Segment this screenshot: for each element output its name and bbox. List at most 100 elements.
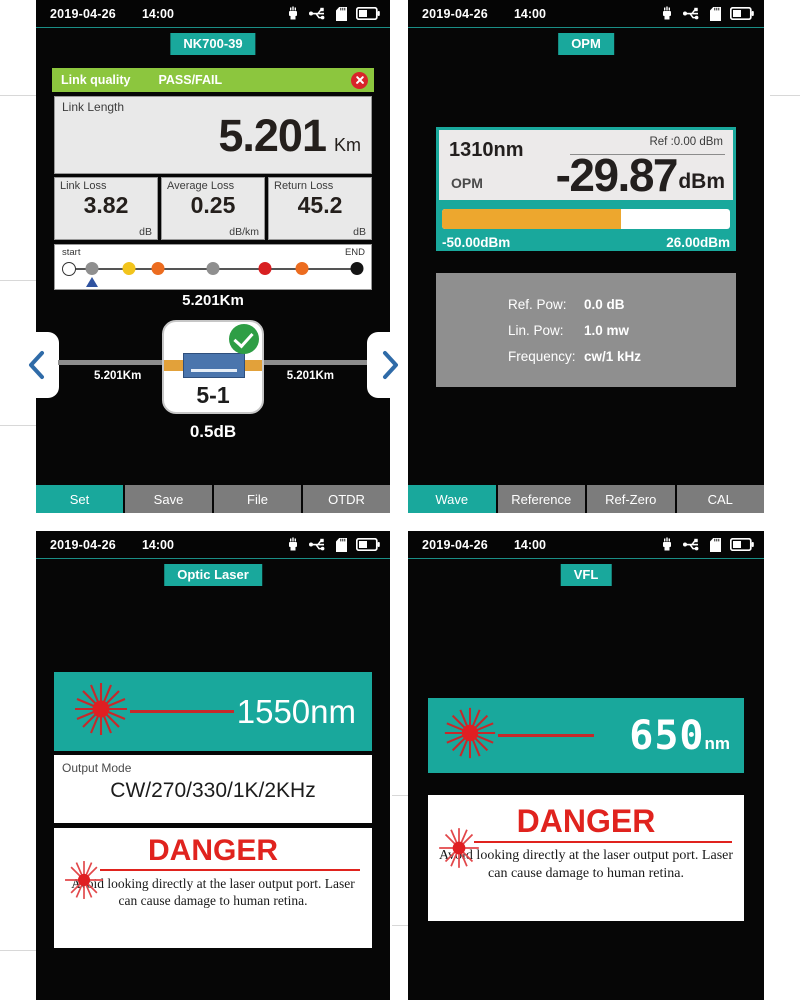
screen-title: Optic Laser <box>164 564 262 586</box>
laser-burst-icon <box>442 705 498 766</box>
metric-card: Return Loss 45.2 dB <box>268 177 372 240</box>
tab-file[interactable]: File <box>214 485 303 513</box>
usb-icon <box>309 7 327 20</box>
link-quality-result: PASS/FAIL <box>158 73 223 87</box>
otdr-screen: 2019-04-26 14:00 NK700-39 Link quality P… <box>14 0 412 513</box>
guide-line <box>392 795 408 796</box>
opm-power-value: -29.87 <box>555 149 679 201</box>
opm-info-row: Lin. Pow: 1.0 mw <box>436 323 736 338</box>
metric-label: Average Loss <box>167 180 235 192</box>
wavelength-unit: nm <box>310 692 356 730</box>
opm-info-key: Ref. Pow: <box>508 296 567 312</box>
link-map-end-label: END <box>344 247 365 258</box>
status-icons <box>660 6 754 21</box>
status-date: 2019-04-26 <box>422 6 488 21</box>
sd-card-icon <box>336 537 347 552</box>
tab-otdr[interactable]: OTDR <box>303 485 390 513</box>
event-navigator: 5.201Km 5.201Km 5-1 0.5dB <box>14 318 412 441</box>
link-map-event-dot[interactable] <box>350 262 364 275</box>
sd-card-icon <box>336 6 347 21</box>
sd-card-icon <box>710 537 721 552</box>
link-map-event-dot[interactable] <box>85 262 99 275</box>
link-map-event-dot[interactable] <box>206 262 220 275</box>
opm-level-bar-fill <box>442 209 621 229</box>
opm-info-value: 0.0 dB <box>584 296 625 312</box>
metric-card: Link Loss 3.82 dB <box>54 177 158 240</box>
tab-bar: Set Save File OTDR <box>36 485 390 513</box>
status-bar: 2019-04-26 14:00 <box>408 0 764 28</box>
tab-set[interactable]: Set <box>36 485 125 513</box>
fiber-segment-left <box>58 360 175 365</box>
screen-title: OPM <box>558 33 614 55</box>
usb-icon <box>309 538 327 551</box>
link-map-event-dot[interactable] <box>151 262 165 275</box>
opm-info-row: Ref. Pow: 0.0 dB <box>436 297 736 312</box>
metric-unit: dB <box>353 226 366 238</box>
screen-title: NK700-39 <box>170 33 256 55</box>
fiber-segment-right <box>251 360 368 365</box>
output-mode-box[interactable]: Output Mode CW/270/330/1K/2KHz <box>54 755 372 823</box>
status-icons <box>286 6 380 21</box>
status-icons <box>286 537 380 552</box>
power-plug-icon <box>286 537 300 552</box>
opm-info-panel: Ref. Pow: 0.0 dB Lin. Pow: 1.0 mw Freque… <box>436 273 736 387</box>
guide-line <box>0 280 36 281</box>
opm-scale-min: -50.00dBm <box>442 235 511 250</box>
link-map-event-dot[interactable] <box>122 262 136 275</box>
opm-screen: 2019-04-26 14:00 OPM 1310nm Ref:0.00 dB… <box>408 0 764 513</box>
status-icons <box>660 537 754 552</box>
wavelength-number: 650 <box>629 712 705 759</box>
danger-warning-box: DANGER Avoid looking directly at the las… <box>54 828 372 948</box>
link-quality-header: Link quality PASS/FAIL <box>52 68 374 92</box>
wavelength-banner: 650 nm <box>428 698 744 773</box>
chevron-right-icon <box>379 350 401 380</box>
link-map-cursor-marker[interactable] <box>86 277 99 287</box>
link-map-event-dot[interactable] <box>62 261 76 276</box>
opm-wavelength: 1310nm <box>449 139 524 161</box>
opm-power-unit: dBm <box>678 170 725 193</box>
event-id: 5-1 <box>196 382 230 408</box>
event-loss: 0.5dB <box>189 422 237 441</box>
link-map-event-dot[interactable] <box>295 262 309 275</box>
guide-line <box>0 95 36 96</box>
chevron-left-icon <box>26 350 48 380</box>
guide-line <box>0 950 36 951</box>
link-map-start-label: start <box>62 247 81 258</box>
opm-scale: -50.00dBm 26.00dBm <box>442 235 730 250</box>
guide-line <box>770 95 800 96</box>
link-map-event-dot[interactable] <box>258 262 272 275</box>
danger-warning-box: DANGER Avoid looking directly at the las… <box>428 795 744 921</box>
tab-ref-zero[interactable]: Ref-Zero <box>587 485 677 513</box>
opm-scale-max: 26.00dBm <box>666 235 730 250</box>
metric-value: 0.25 <box>190 192 236 218</box>
tab-cal[interactable]: CAL <box>676 485 764 513</box>
battery-icon <box>356 7 380 20</box>
vfl-screen: 2019-04-26 14:00 VFL 650 nm DANGER Avoid… <box>408 531 764 1000</box>
link-map[interactable]: start END <box>54 244 372 290</box>
close-circle-icon[interactable] <box>351 71 368 89</box>
output-mode-label: Output Mode <box>62 761 132 775</box>
laser-burst-icon <box>62 858 106 907</box>
status-date: 2019-04-26 <box>422 537 488 552</box>
event-card[interactable]: 5-1 <box>162 320 264 414</box>
metric-cards: Link Loss 3.82 dB Average Loss 0.25 dB/k… <box>54 177 372 240</box>
link-length-card: Link Length 5.201 Km <box>54 96 372 174</box>
tab-save[interactable]: Save <box>125 485 214 513</box>
status-time: 14:00 <box>513 537 546 552</box>
opm-info-row: Frequency: cw/1 kHz <box>436 349 736 364</box>
check-circle-icon <box>229 324 259 354</box>
screenshot-canvas: 2019-04-26 14:00 NK700-39 Link quality P… <box>0 0 800 1000</box>
tab-bar: Wave Reference Ref-Zero CAL <box>408 485 764 513</box>
wavelength-number: 1550 <box>236 692 311 730</box>
wavelength-banner: 1550 nm <box>54 672 372 751</box>
link-quality-label: Link quality <box>61 73 131 87</box>
prev-event-button[interactable] <box>14 332 59 398</box>
next-event-button[interactable] <box>367 332 412 398</box>
tab-reference[interactable]: Reference <box>497 485 587 513</box>
tab-wave[interactable]: Wave <box>408 485 498 513</box>
guide-line <box>0 425 36 426</box>
event-distance-top: 5.201Km <box>182 292 244 309</box>
link-length-value: 5.201 <box>218 110 327 161</box>
status-time: 14:00 <box>513 6 546 21</box>
wavelength-unit: nm <box>704 733 731 753</box>
